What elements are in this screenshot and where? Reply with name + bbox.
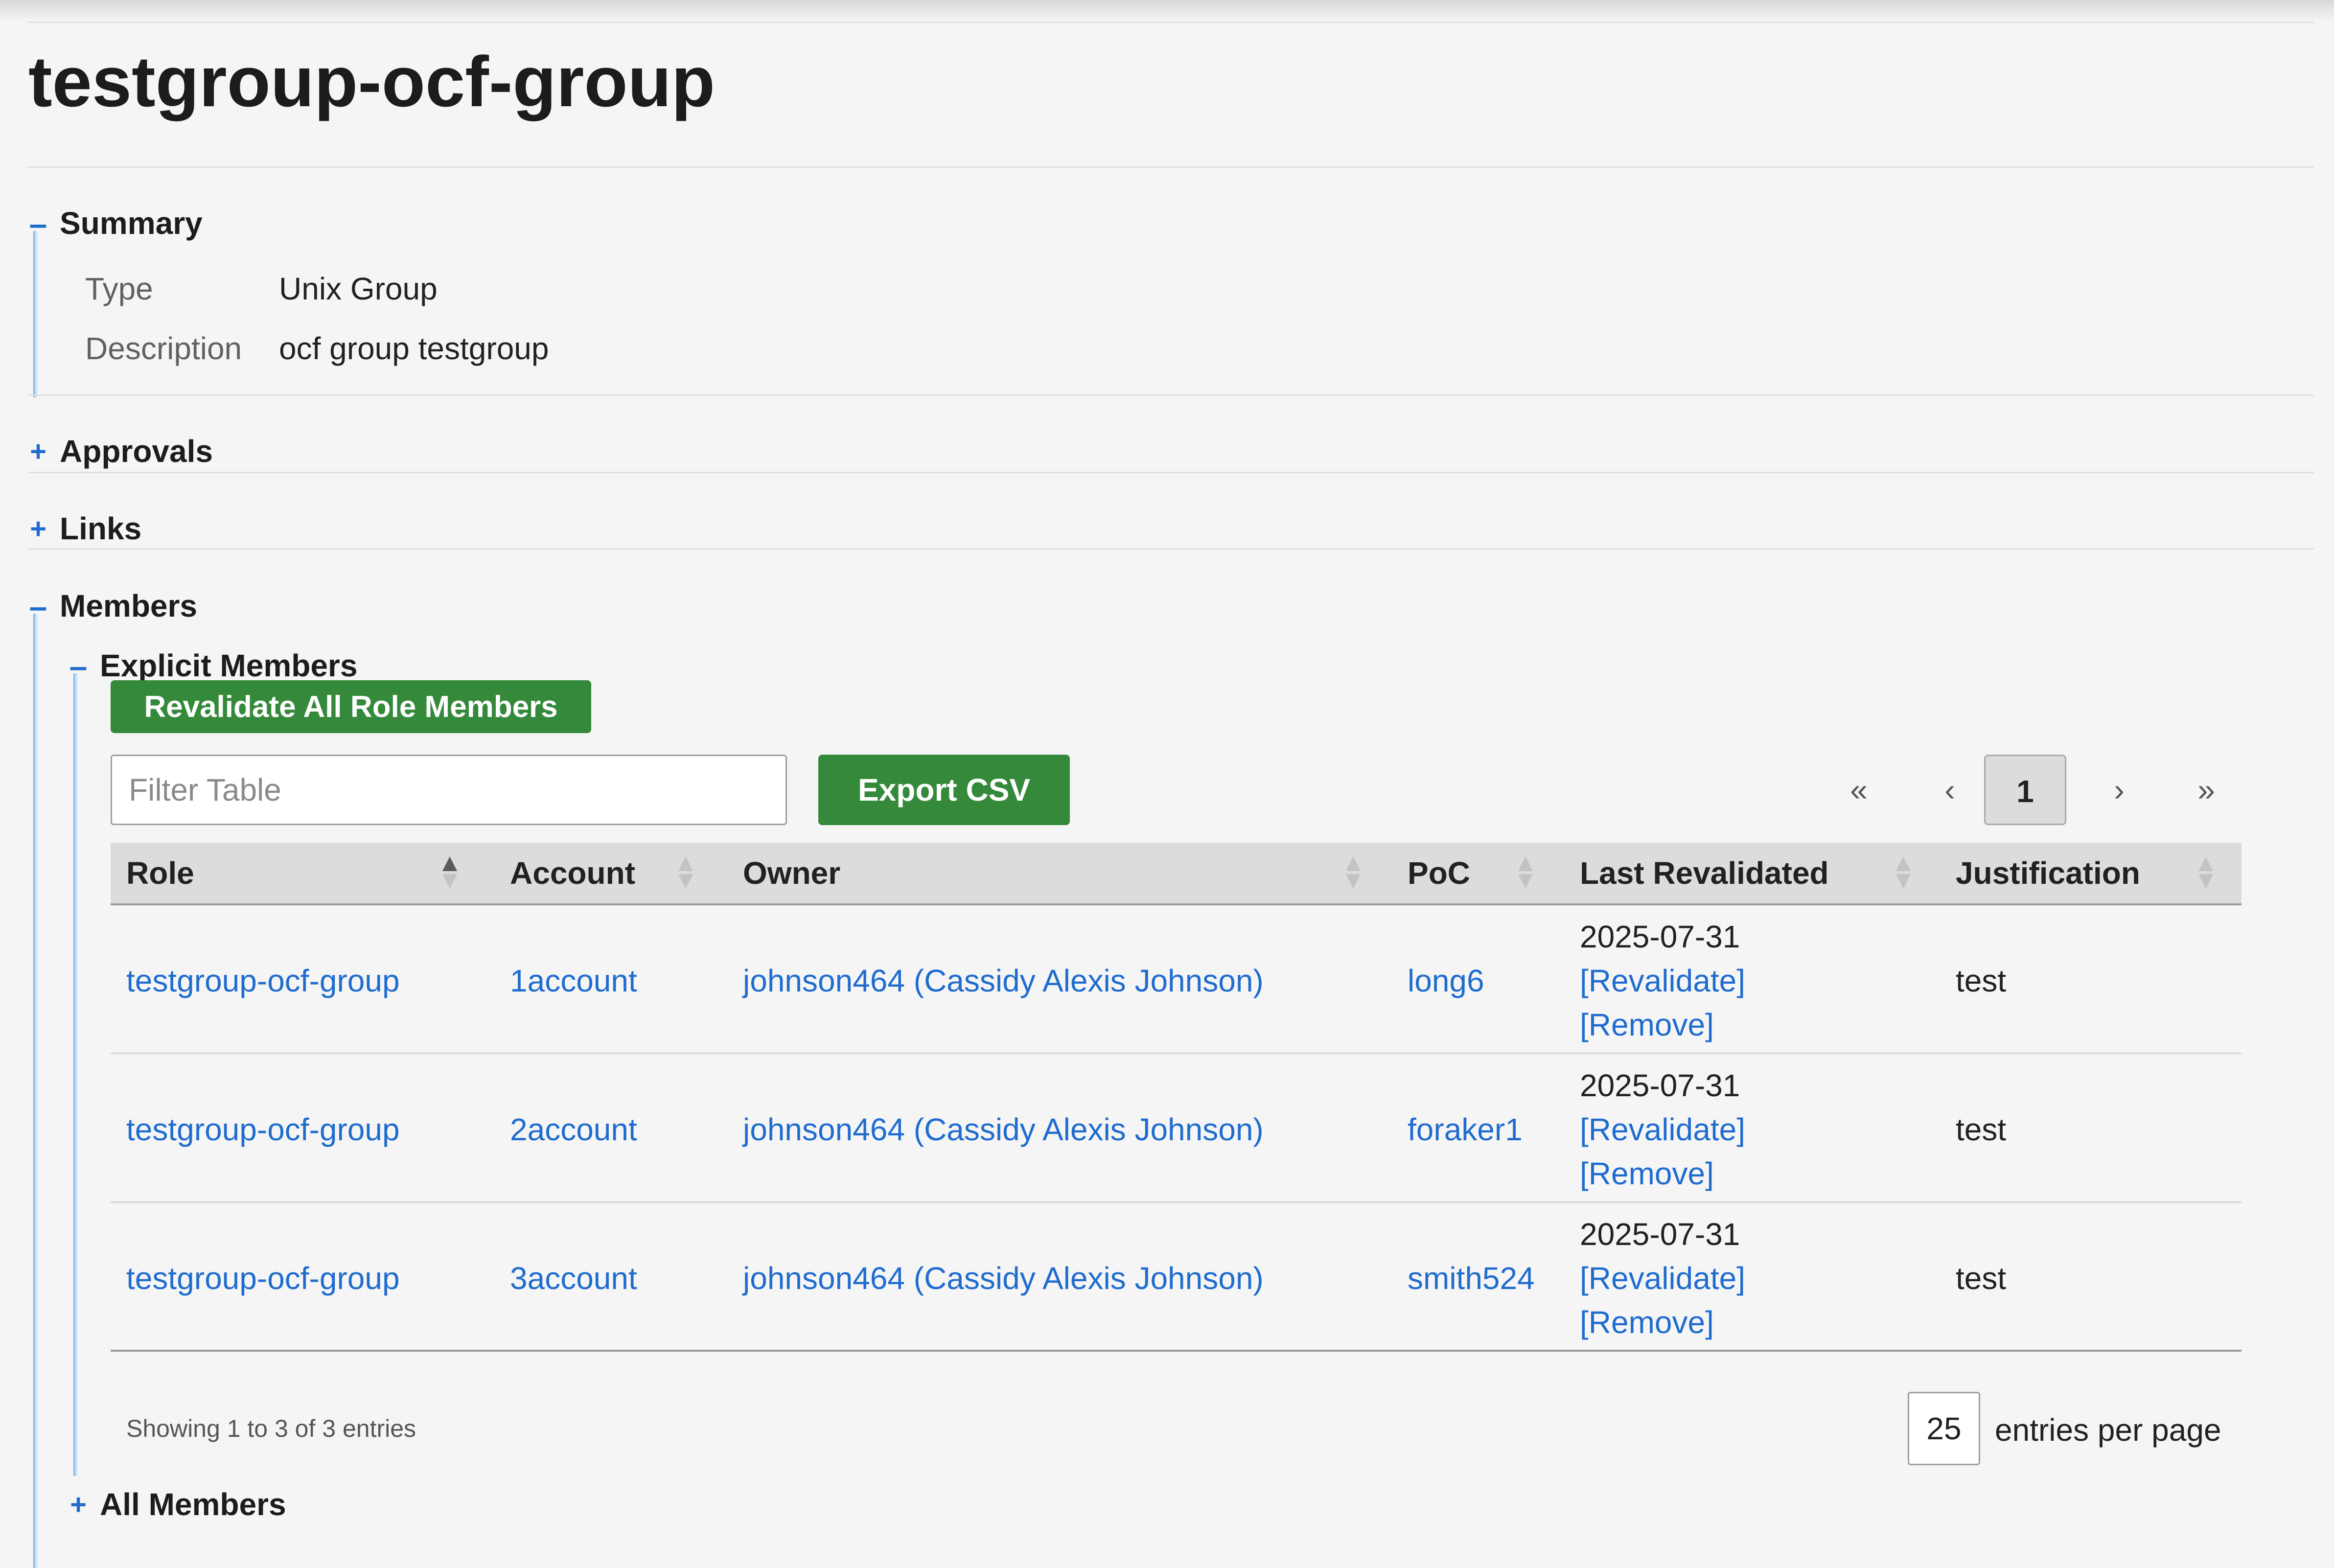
explicit-members-heading[interactable]: Explicit Members xyxy=(100,650,357,681)
description-value: ocf group testgroup xyxy=(279,331,549,366)
sort-arrows-icon[interactable] xyxy=(1346,854,1361,892)
pagination-next[interactable]: › xyxy=(2095,755,2144,825)
members-table-header: Role Account Owner PoC Last Revalidated … xyxy=(111,843,2242,905)
justification-text: test xyxy=(1956,963,2007,998)
revalidate-link[interactable]: [Revalidate] xyxy=(1580,1263,1745,1294)
sort-arrows-icon[interactable] xyxy=(442,854,457,892)
all-members-heading[interactable]: All Members xyxy=(100,1489,286,1520)
entries-per-page-label: entries per page xyxy=(1995,1412,2221,1448)
owner-link[interactable]: johnson464 (Cassidy Alexis Johnson) xyxy=(743,1263,1264,1294)
role-link[interactable]: testgroup-ocf-group xyxy=(126,1263,400,1294)
approvals-expand-toggle[interactable]: + xyxy=(28,438,48,466)
explicit-members-indent-bar xyxy=(73,673,77,1476)
summary-indent-bar xyxy=(33,231,37,397)
revalidate-link[interactable]: [Revalidate] xyxy=(1580,1114,1745,1145)
members-heading[interactable]: Members xyxy=(60,590,197,622)
pagination-prev[interactable]: ‹ xyxy=(1925,755,1974,825)
role-link[interactable]: testgroup-ocf-group xyxy=(126,965,400,996)
table-row: testgroup-ocf-group 1account johnson464 … xyxy=(111,905,2242,1054)
last-revalidated-date: 2025-07-31 xyxy=(1580,919,1740,954)
poc-link[interactable]: smith524 xyxy=(1408,1263,1535,1294)
divider xyxy=(28,548,2314,550)
justification-text: test xyxy=(1956,1261,2007,1296)
type-label: Type xyxy=(85,271,153,306)
summary-collapse-toggle[interactable]: – xyxy=(28,208,48,240)
account-link[interactable]: 3account xyxy=(510,1263,637,1294)
top-shadow xyxy=(0,0,2334,22)
table-row: testgroup-ocf-group 2account johnson464 … xyxy=(111,1054,2242,1203)
sort-arrows-icon[interactable] xyxy=(678,854,693,892)
remove-link[interactable]: [Remove] xyxy=(1580,1307,1714,1338)
entries-per-page-input[interactable]: 25 xyxy=(1908,1392,1980,1465)
column-header-role[interactable]: Role xyxy=(126,843,194,903)
summary-heading[interactable]: Summary xyxy=(60,208,203,239)
page-title: testgroup-ocf-group xyxy=(28,42,715,121)
pagination-first[interactable]: « xyxy=(1834,755,1883,825)
table-info-text: Showing 1 to 3 of 3 entries xyxy=(126,1415,416,1442)
account-link[interactable]: 2account xyxy=(510,1114,637,1145)
export-csv-button[interactable]: Export CSV xyxy=(818,755,1070,825)
revalidate-all-button[interactable]: Revalidate All Role Members xyxy=(111,680,591,733)
table-row: testgroup-ocf-group 3account johnson464 … xyxy=(111,1203,2242,1352)
approvals-heading[interactable]: Approvals xyxy=(60,436,213,467)
row-divider xyxy=(111,1350,2242,1352)
links-expand-toggle[interactable]: + xyxy=(28,515,48,543)
divider xyxy=(28,22,2314,23)
last-revalidated-date: 2025-07-31 xyxy=(1580,1068,1740,1103)
all-members-expand-toggle[interactable]: + xyxy=(69,1491,88,1519)
explicit-members-collapse-toggle[interactable]: – xyxy=(69,650,88,682)
divider xyxy=(28,472,2314,473)
column-header-owner[interactable]: Owner xyxy=(743,843,840,903)
column-header-justification[interactable]: Justification xyxy=(1956,843,2140,903)
role-link[interactable]: testgroup-ocf-group xyxy=(126,1114,400,1145)
sort-arrows-icon[interactable] xyxy=(2198,854,2213,892)
column-header-last-revalidated[interactable]: Last Revalidated xyxy=(1580,843,1829,903)
type-value: Unix Group xyxy=(279,271,438,306)
members-indent-bar xyxy=(33,614,37,1568)
pagination-page-current[interactable]: 1 xyxy=(1984,755,2066,825)
filter-table-input[interactable] xyxy=(111,755,787,825)
divider xyxy=(28,166,2314,168)
column-header-poc[interactable]: PoC xyxy=(1408,843,1470,903)
owner-link[interactable]: johnson464 (Cassidy Alexis Johnson) xyxy=(743,1114,1264,1145)
account-link[interactable]: 1account xyxy=(510,965,637,996)
divider xyxy=(28,394,2314,396)
justification-text: test xyxy=(1956,1112,2007,1147)
description-label: Description xyxy=(85,331,242,366)
pagination-last[interactable]: » xyxy=(2182,755,2231,825)
remove-link[interactable]: [Remove] xyxy=(1580,1009,1714,1040)
poc-link[interactable]: foraker1 xyxy=(1408,1114,1523,1145)
owner-link[interactable]: johnson464 (Cassidy Alexis Johnson) xyxy=(743,965,1264,996)
column-header-account[interactable]: Account xyxy=(510,843,635,903)
sort-arrows-icon[interactable] xyxy=(1896,854,1911,892)
sort-arrows-icon[interactable] xyxy=(1518,854,1533,892)
links-heading[interactable]: Links xyxy=(60,513,141,544)
remove-link[interactable]: [Remove] xyxy=(1580,1158,1714,1189)
last-revalidated-date: 2025-07-31 xyxy=(1580,1217,1740,1252)
poc-link[interactable]: long6 xyxy=(1408,965,1484,996)
revalidate-link[interactable]: [Revalidate] xyxy=(1580,965,1745,996)
members-collapse-toggle[interactable]: – xyxy=(28,590,48,623)
